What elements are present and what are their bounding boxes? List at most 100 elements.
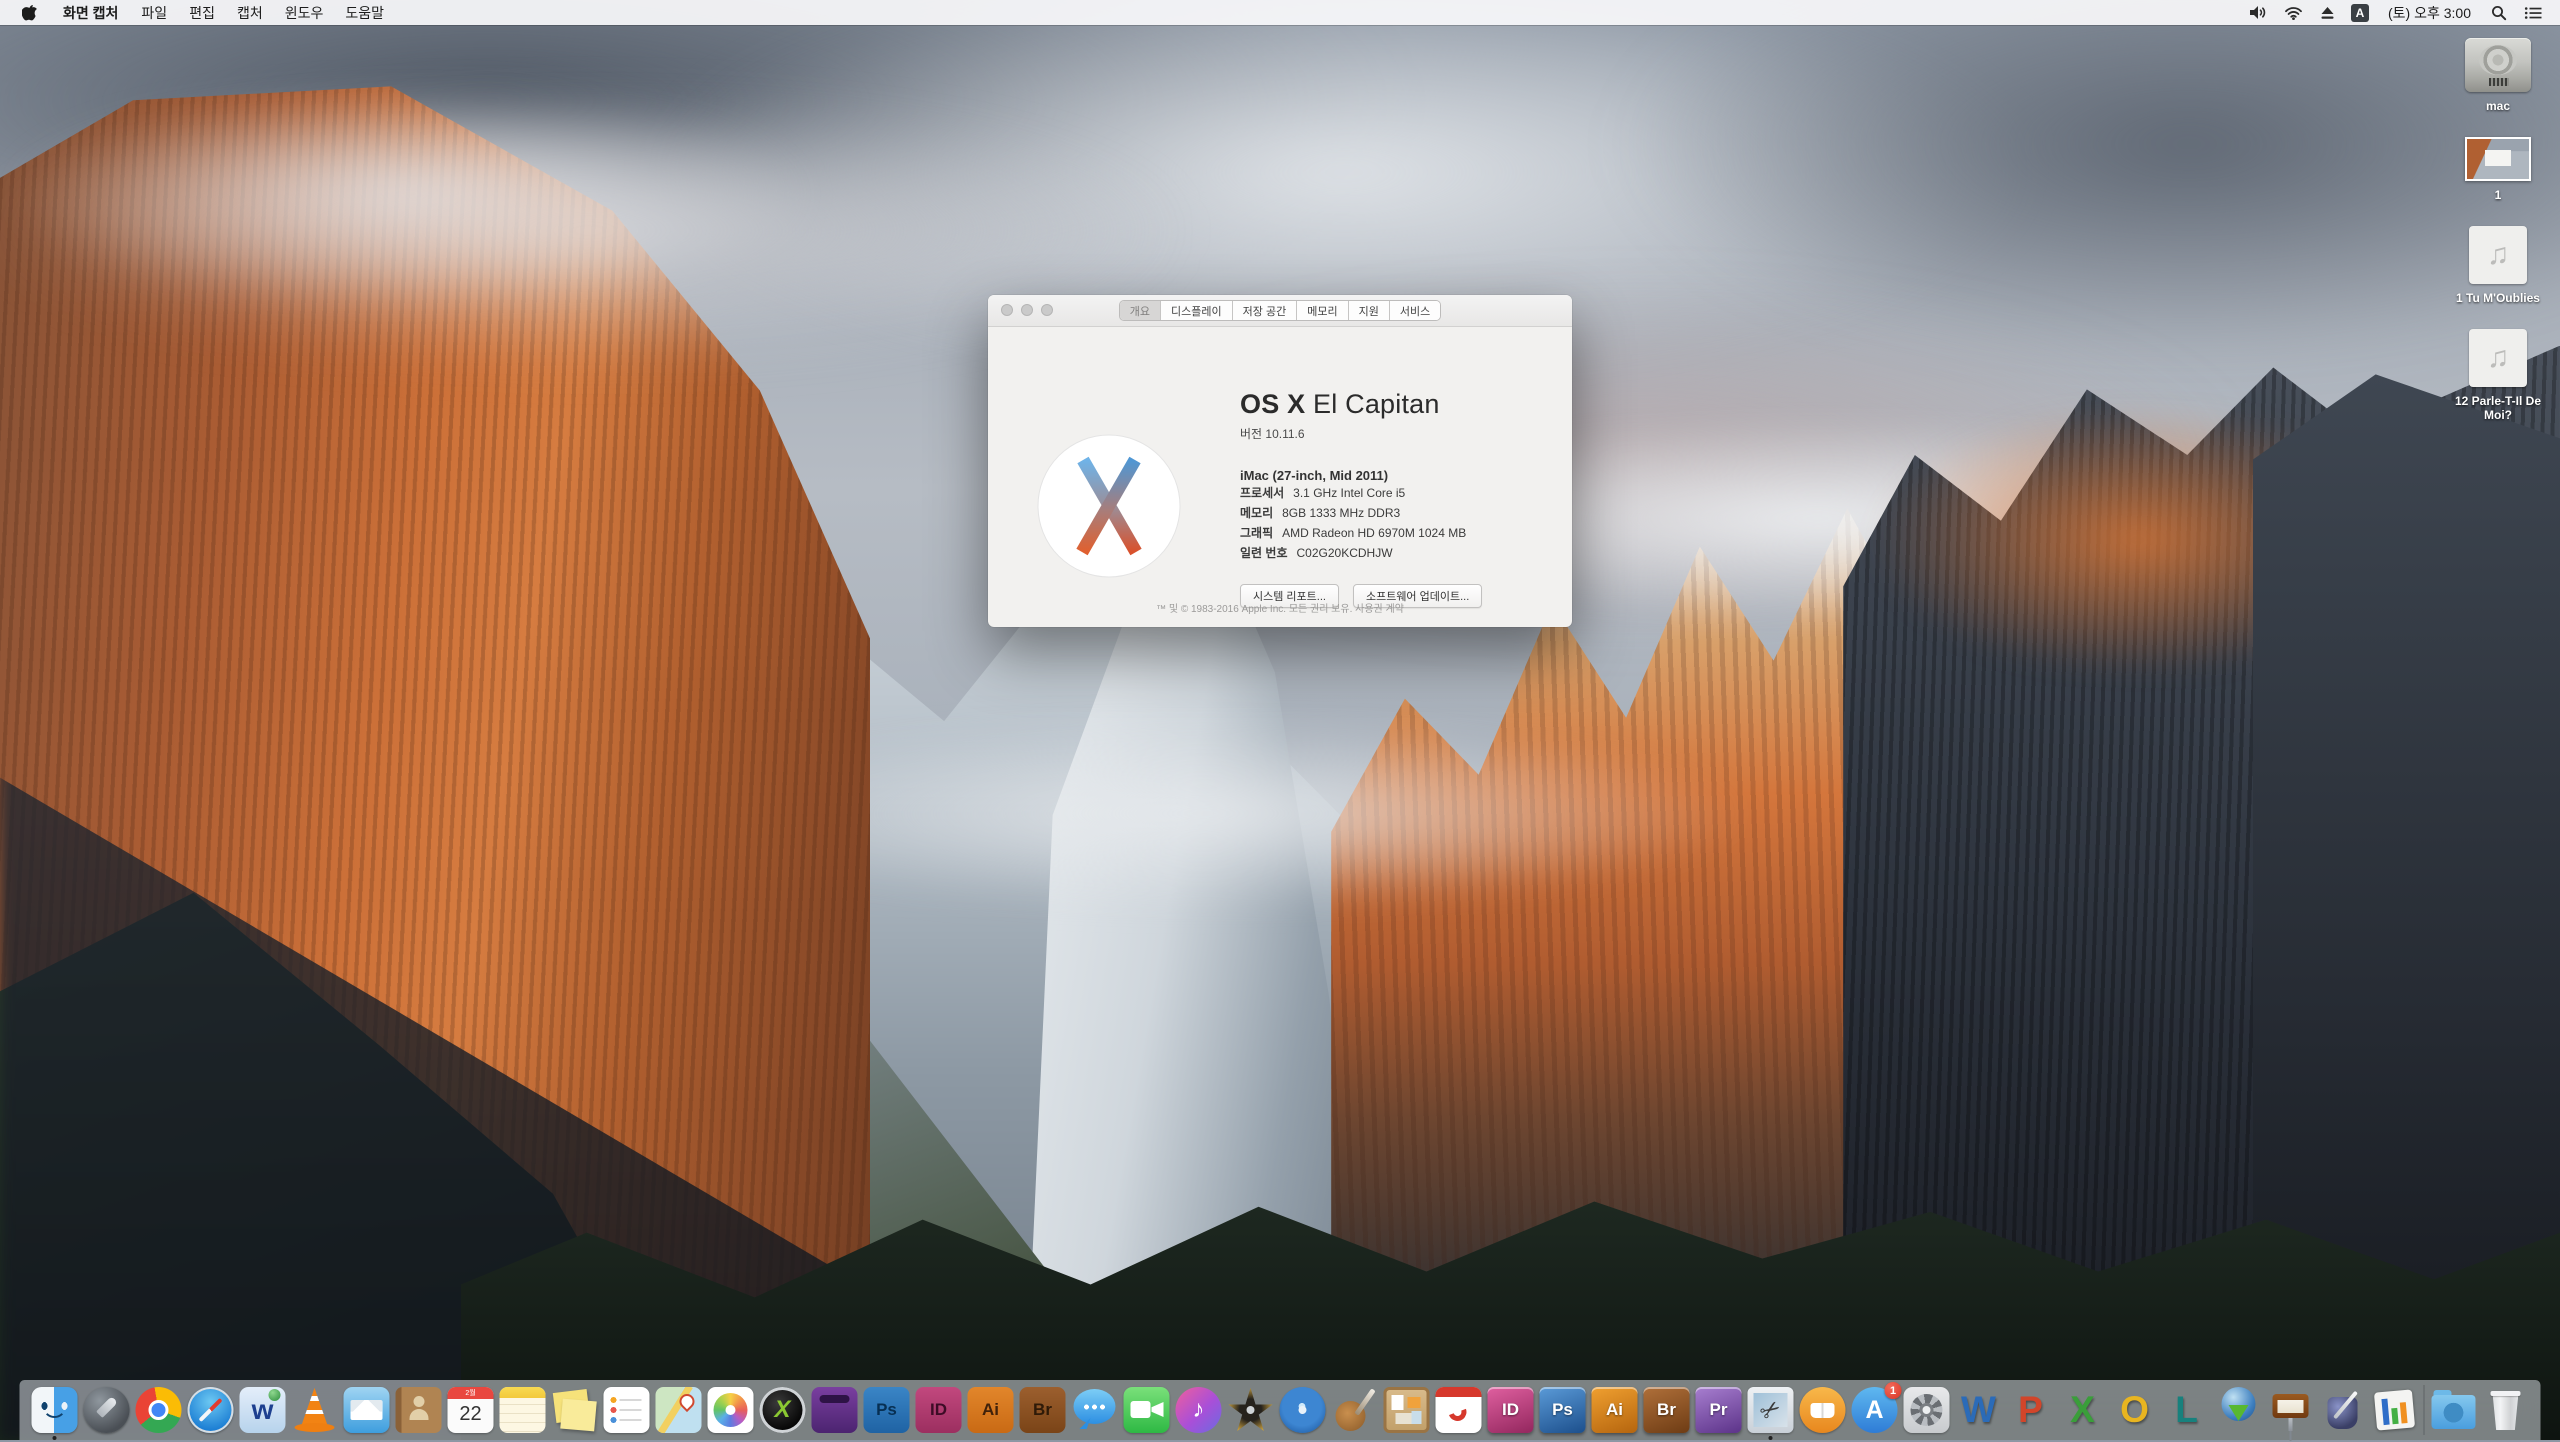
audio-file-icon: ♫ <box>2469 226 2527 284</box>
spec-processor: 프로세서 3.1 GHz Intel Core i5 <box>1240 486 1406 500</box>
excel-icon[interactable]: X <box>2060 1387 2106 1433</box>
calendar-icon[interactable]: 2월 22 <box>447 1387 494 1433</box>
window-titlebar[interactable]: 개요 디스플레이 저장 공간 메모리 지원 서비스 <box>988 295 1572 327</box>
app-store-badge: 1 <box>1884 1382 1902 1399</box>
system-preferences-icon[interactable] <box>1903 1387 1950 1433</box>
photos-icon[interactable] <box>707 1387 754 1433</box>
os-version: 버전 10.11.6 <box>1240 427 1305 441</box>
music-note-glyph: ♫ <box>2486 341 2510 374</box>
menu-capture[interactable]: 캡처 <box>226 0 274 25</box>
app-store-icon[interactable]: A1 <box>1851 1382 1902 1433</box>
bridge-cs-icon[interactable]: Br <box>1643 1387 1690 1433</box>
about-window-body: OS X El Capitan 버전 10.11.6 iMac (27-inch… <box>988 327 1572 627</box>
messages-icon[interactable] <box>1072 1387 1118 1433</box>
spec-memory: 메모리 8GB 1333 MHz DDR3 <box>1240 506 1401 520</box>
audio-file-icon: ♫ <box>2469 329 2527 387</box>
maps-icon[interactable] <box>655 1387 702 1433</box>
powerpoint-icon[interactable]: P <box>2008 1387 2054 1433</box>
itunes-icon[interactable]: ♪ <box>1175 1387 1222 1433</box>
desktop-icons: mac 1 ♫ 1 Tu M'Oublies ♫ 12 Parle-T-Il D… <box>2448 38 2548 446</box>
imovie-icon[interactable] <box>1228 1387 1273 1432</box>
pages-icon[interactable] <box>2320 1387 2366 1433</box>
toast-icon[interactable] <box>811 1387 858 1433</box>
desktop-item-audio-2[interactable]: ♫ 12 Parle-T-Il De Moi? <box>2448 329 2548 422</box>
downloads-folder-icon[interactable] <box>2431 1387 2477 1433</box>
acrobat-reader-icon[interactable] <box>1435 1387 1482 1433</box>
os-title: OS X El Capitan <box>1240 389 1552 420</box>
webhard-icon[interactable]: w <box>239 1387 286 1433</box>
close-button[interactable] <box>1001 304 1013 316</box>
notes-icon[interactable] <box>499 1387 546 1433</box>
quark-x-icon[interactable]: X <box>759 1387 806 1433</box>
menu-bar-status: A (토) 오후 3:00 <box>2243 3 2552 23</box>
photo-board-icon[interactable] <box>1383 1387 1430 1433</box>
tab-storage[interactable]: 저장 공간 <box>1232 301 1298 320</box>
mail-icon[interactable] <box>343 1387 390 1433</box>
input-source-badge[interactable]: A <box>2351 3 2369 22</box>
menu-clock[interactable]: (토) 오후 3:00 <box>2380 3 2479 23</box>
app-menu-screen-capture[interactable]: 화면 캡처 <box>51 0 130 25</box>
spec-graphics: 그래픽 AMD Radeon HD 6970M 1024 MB <box>1240 526 1467 540</box>
desktop-item-label: 1 <box>2494 188 2502 202</box>
image-file-icon <box>2465 137 2531 181</box>
safari-icon[interactable] <box>187 1387 234 1433</box>
finder-icon[interactable] <box>31 1387 78 1440</box>
menu-file[interactable]: 파일 <box>130 0 178 25</box>
word-icon[interactable]: W <box>1956 1387 2002 1433</box>
bridge-icon[interactable]: Br <box>1019 1387 1066 1433</box>
apple-menu[interactable] <box>8 0 51 25</box>
dock-divider <box>2423 1385 2425 1435</box>
premiere-cs-icon[interactable]: Pr <box>1695 1387 1742 1433</box>
desktop-item-screenshot[interactable]: 1 <box>2448 137 2548 202</box>
chrome-icon[interactable] <box>135 1387 182 1433</box>
reminders-icon[interactable] <box>603 1387 650 1433</box>
menu-help[interactable]: 도움말 <box>334 0 395 25</box>
spotlight-icon[interactable] <box>2486 5 2512 21</box>
menu-bar: 화면 캡처 파일 편집 캡처 윈도우 도움말 A (토) 오후 3:00 <box>0 0 2560 25</box>
garageband-icon[interactable] <box>1332 1387 1378 1433</box>
running-indicator <box>52 1436 57 1440</box>
indesign-cs-icon[interactable]: ID <box>1487 1387 1534 1433</box>
indesign-icon[interactable]: ID <box>915 1387 962 1433</box>
os-x-logo <box>1036 433 1182 579</box>
web-downloader-icon[interactable] <box>2216 1387 2262 1433</box>
idvd-icon[interactable] <box>1276 1384 1329 1436</box>
screenshot-thumbnail <box>2467 139 2529 179</box>
tab-displays[interactable]: 디스플레이 <box>1161 301 1233 320</box>
tab-service[interactable]: 서비스 <box>1389 301 1441 320</box>
desktop-item-hard-drive[interactable]: mac <box>2448 38 2548 113</box>
eject-icon[interactable] <box>2315 6 2340 20</box>
window-controls <box>1001 304 1053 316</box>
keynote-icon[interactable] <box>2268 1387 2314 1433</box>
illustrator-cs-icon[interactable]: Ai <box>1591 1387 1638 1433</box>
illustrator-icon[interactable]: Ai <box>967 1387 1014 1433</box>
lync-icon[interactable]: L <box>2164 1387 2210 1433</box>
stickies-icon[interactable] <box>552 1387 598 1433</box>
contacts-icon[interactable] <box>395 1387 442 1433</box>
tab-overview[interactable]: 개요 <box>1119 301 1162 320</box>
minimize-button[interactable] <box>1021 304 1033 316</box>
tab-memory[interactable]: 메모리 <box>1297 301 1349 320</box>
grab-icon[interactable]: ✂ <box>1747 1387 1794 1440</box>
desktop-item-label: mac <box>2485 99 2511 113</box>
apple-icon <box>22 4 37 20</box>
trash-icon[interactable] <box>2483 1387 2529 1433</box>
ibooks-icon[interactable] <box>1799 1387 1846 1433</box>
menu-window[interactable]: 윈도우 <box>274 0 335 25</box>
launchpad-icon[interactable] <box>83 1387 130 1433</box>
outlook-icon[interactable]: O <box>2112 1387 2158 1433</box>
wifi-icon[interactable] <box>2279 6 2308 20</box>
zoom-button[interactable] <box>1041 304 1053 316</box>
os-title-bold: OS X <box>1240 389 1306 419</box>
facetime-icon[interactable] <box>1123 1387 1170 1433</box>
menu-edit[interactable]: 편집 <box>178 0 226 25</box>
vlc-icon[interactable] <box>292 1387 338 1433</box>
desktop-item-audio-1[interactable]: ♫ 1 Tu M'Oublies <box>2448 226 2548 305</box>
notification-center-icon[interactable] <box>2519 6 2548 20</box>
photoshop-cs-icon[interactable]: Ps <box>1539 1387 1586 1433</box>
volume-icon[interactable] <box>2243 5 2272 20</box>
tab-support[interactable]: 지원 <box>1348 301 1390 320</box>
photoshop-icon[interactable]: Ps <box>863 1387 910 1433</box>
numbers-icon[interactable] <box>2372 1387 2418 1433</box>
copyright-footer: ™ 및 © 1983-2016 Apple Inc. 모든 권리 보유. 사용권… <box>1156 604 1404 615</box>
